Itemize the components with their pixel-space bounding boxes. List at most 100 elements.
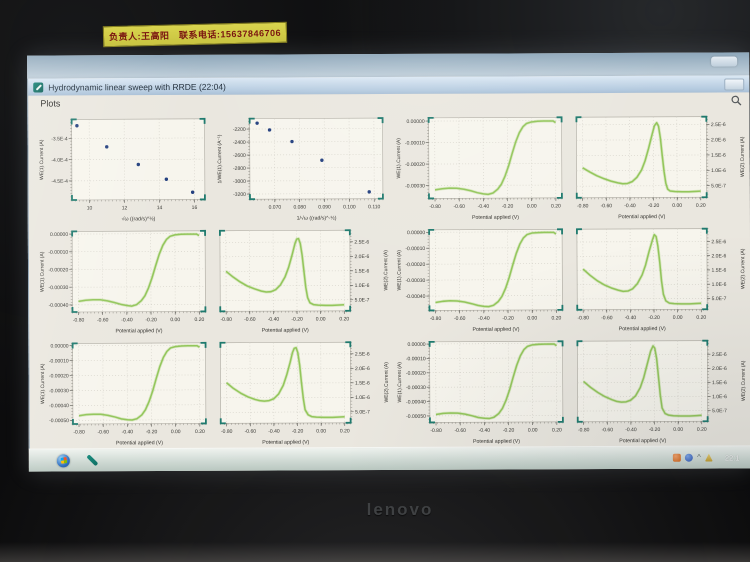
svg-text:Potential applied (V): Potential applied (V) — [619, 438, 666, 444]
nova-application-window: Hydrodynamic linear sweep with RRDE (22:… — [27, 75, 750, 450]
window-title: Hydrodynamic linear sweep with RRDE (22:… — [48, 81, 226, 92]
start-button[interactable] — [56, 453, 70, 467]
svg-text:-4.0E-4: -4.0E-4 — [51, 158, 68, 164]
tray-warning-icon[interactable] — [705, 454, 713, 462]
svg-text:1.5E-6: 1.5E-6 — [711, 267, 726, 273]
taskbar[interactable]: ^ 22:1 — [28, 445, 750, 472]
svg-text:WE(1).Current (A): WE(1).Current (A) — [40, 251, 46, 292]
svg-text:WE(2).Current (A): WE(2).Current (A) — [740, 360, 746, 401]
chart-ring-lsv-2[interactable]: -0.80 -0.60 -0.40 -0.20 0.00 0.20 2.5E-6 2.0E-6… — [213, 224, 391, 336]
svg-text:-2800: -2800 — [233, 166, 246, 172]
svg-text:0.080: 0.080 — [294, 205, 307, 211]
chart-disk-lsv-5[interactable]: -0.80 -0.60 -0.40 -0.20 0.00 0.20 0.00000 -0.00… — [392, 335, 570, 447]
svg-text:0.20: 0.20 — [195, 317, 205, 323]
chart-disk-lsv-1[interactable]: -0.80 -0.60 -0.40 -0.20 0.00 0.20 0.00000 -0.00… — [391, 111, 569, 223]
svg-text:0.070: 0.070 — [269, 205, 282, 211]
svg-text:-0.80: -0.80 — [577, 315, 589, 321]
svg-text:2.5E-6: 2.5E-6 — [711, 122, 726, 128]
svg-text:0.00000: 0.00000 — [50, 343, 68, 349]
svg-text:-0.00020: -0.00020 — [48, 267, 68, 273]
svg-text:√ω ((rad/s)^½): √ω ((rad/s)^½) — [122, 215, 156, 222]
chart-ring-lsv-5[interactable]: -0.80 -0.60 -0.40 -0.20 0.00 0.20 2.5E-6 2.0E-6… — [570, 334, 748, 446]
plots-panel: Plots 10 12 14 16 -3.5E-4 -4.0E-4 -4.5E-4 √ω ((… — [28, 92, 750, 450]
svg-text:Potential applied (V): Potential applied (V) — [262, 327, 309, 333]
svg-text:-0.60: -0.60 — [453, 316, 465, 322]
taskbar-clock[interactable]: 22:1 — [725, 453, 750, 462]
svg-text:-0.40: -0.40 — [477, 204, 489, 210]
plot-canvas: -0.80 -0.60 -0.40 -0.20 0.00 0.20 2.5E-6 2.0E-6… — [219, 229, 390, 334]
svg-text:2.0E-6: 2.0E-6 — [355, 254, 370, 260]
tray-chevron-icon[interactable]: ^ — [697, 453, 701, 462]
tray-app-icon-orange[interactable] — [673, 453, 682, 462]
svg-text:0.00000: 0.00000 — [406, 119, 424, 125]
nova-app-icon — [33, 82, 44, 93]
background-window-edge — [711, 56, 738, 67]
titlebar-button[interactable] — [724, 77, 745, 91]
svg-text:0.00: 0.00 — [673, 426, 683, 432]
svg-text:-0.60: -0.60 — [244, 317, 256, 323]
svg-text:0.20: 0.20 — [340, 428, 350, 434]
svg-text:-0.60: -0.60 — [245, 428, 257, 434]
svg-text:-0.00010: -0.00010 — [48, 249, 68, 255]
svg-text:0.00: 0.00 — [673, 315, 683, 321]
desk-edge — [0, 542, 750, 562]
svg-text:0.20: 0.20 — [551, 203, 561, 209]
taskbar-item-nova[interactable] — [84, 452, 100, 468]
chart-ring-lsv-3[interactable]: -0.80 -0.60 -0.40 -0.20 0.00 0.20 2.5E-6 2.0E-6… — [570, 222, 748, 334]
svg-text:2.0E-6: 2.0E-6 — [711, 253, 726, 259]
svg-text:-0.40: -0.40 — [625, 427, 637, 433]
svg-text:0.20: 0.20 — [696, 315, 706, 321]
svg-text:-0.60: -0.60 — [97, 429, 109, 435]
chart-disk-lsv-4[interactable]: -0.80 -0.60 -0.40 -0.20 0.00 0.20 0.00000 -0.00… — [35, 336, 213, 448]
svg-text:-0.00040: -0.00040 — [49, 403, 69, 409]
chart-ring-lsv-4[interactable]: -0.80 -0.60 -0.40 -0.20 0.00 0.20 2.5E-6 2.0E-6… — [214, 336, 392, 448]
desktop-top-strip — [27, 52, 750, 79]
plot-canvas: -0.80 -0.60 -0.40 -0.20 0.00 0.20 2.5E-6 2.0E-6… — [575, 115, 746, 220]
tray-app-icon-blue[interactable] — [685, 453, 694, 462]
svg-text:16: 16 — [192, 205, 198, 211]
monitor-brand-logo: lenovo — [366, 500, 434, 519]
svg-text:-2600: -2600 — [233, 153, 246, 159]
svg-text:0.00: 0.00 — [317, 428, 327, 434]
svg-text:0.090: 0.090 — [319, 204, 332, 210]
plot-canvas: 10 12 14 16 -3.5E-4 -4.0E-4 -4.5E-4 √ω ((rad/s)… — [39, 117, 206, 222]
svg-text:0.00000: 0.00000 — [50, 232, 68, 238]
svg-text:0.20: 0.20 — [340, 316, 350, 322]
svg-text:0.00: 0.00 — [170, 317, 180, 323]
svg-text:-3.5E-4: -3.5E-4 — [51, 136, 68, 142]
svg-text:-0.80: -0.80 — [429, 204, 441, 210]
svg-text:-0.80: -0.80 — [221, 317, 233, 323]
svg-text:0.00: 0.00 — [316, 316, 326, 322]
svg-text:-0.00030: -0.00030 — [49, 388, 69, 394]
svg-text:-0.80: -0.80 — [73, 429, 85, 435]
svg-text:-0.00020: -0.00020 — [405, 262, 425, 268]
svg-text:2.5E-6: 2.5E-6 — [712, 351, 727, 357]
chart-koutecky-levich[interactable]: 0.070 0.080 0.090 0.100 0.110 -2200 -2400 -2600… — [213, 112, 391, 224]
svg-text:-0.20: -0.20 — [648, 203, 660, 209]
svg-text:2.0E-6: 2.0E-6 — [712, 366, 727, 372]
svg-text:1/WE(1).Current (A⁻¹): 1/WE(1).Current (A⁻¹) — [217, 134, 223, 183]
svg-text:-0.60: -0.60 — [97, 317, 109, 323]
magnifier-icon[interactable] — [730, 94, 742, 106]
svg-text:1.0E-6: 1.0E-6 — [711, 282, 726, 288]
plot-canvas: -0.80 -0.60 -0.40 -0.20 0.00 0.20 2.5E-6 2.0E-6… — [219, 340, 390, 445]
svg-text:-0.00040: -0.00040 — [49, 303, 69, 309]
svg-text:-0.00040: -0.00040 — [406, 399, 426, 405]
svg-text:-0.80: -0.80 — [221, 428, 233, 434]
svg-text:-0.00030: -0.00030 — [405, 183, 425, 189]
svg-text:WE(1).Current (A): WE(1).Current (A) — [40, 363, 46, 404]
svg-text:WE(1).Current (A): WE(1).Current (A) — [39, 139, 45, 180]
svg-text:WE(1).Current (A): WE(1).Current (A) — [396, 250, 402, 291]
svg-text:-0.20: -0.20 — [648, 315, 660, 321]
svg-text:-0.80: -0.80 — [577, 203, 589, 209]
chart-levich[interactable]: 10 12 14 16 -3.5E-4 -4.0E-4 -4.5E-4 √ω ((rad/s)… — [34, 113, 212, 225]
svg-text:0.20: 0.20 — [195, 429, 205, 435]
svg-text:-0.40: -0.40 — [478, 427, 490, 433]
plot-canvas: -0.80 -0.60 -0.40 -0.20 0.00 0.20 0.00000 -0.00… — [396, 116, 563, 221]
svg-text:-0.40: -0.40 — [268, 428, 280, 434]
svg-text:-0.00030: -0.00030 — [405, 385, 425, 391]
chart-disk-lsv-2[interactable]: -0.80 -0.60 -0.40 -0.20 0.00 0.20 0.00000 -0.00… — [35, 225, 213, 337]
svg-text:0.20: 0.20 — [697, 426, 707, 432]
chart-disk-lsv-3[interactable]: -0.80 -0.60 -0.40 -0.20 0.00 0.20 0.00000 -0.00… — [391, 223, 569, 335]
chart-ring-lsv-1[interactable]: -0.80 -0.60 -0.40 -0.20 0.00 0.20 2.5E-6 2.0E-6… — [569, 110, 747, 222]
